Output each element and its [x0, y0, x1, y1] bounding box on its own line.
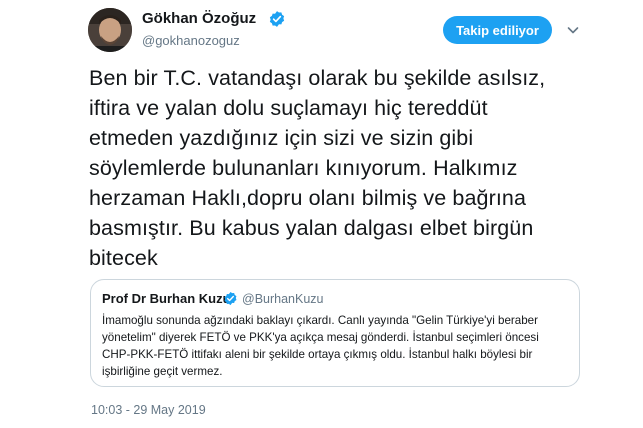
tweet-card: Gökhan Özoğuz @gokhanozoguz Takip ediliy… [0, 0, 643, 428]
verified-badge-icon [269, 11, 285, 27]
quoted-author-name: Prof Dr Burhan Kuzu [102, 291, 231, 306]
tweet-timestamp[interactable]: 10:03 - 29 May 2019 [91, 403, 206, 417]
author-name[interactable]: Gökhan Özoğuz [142, 10, 256, 27]
tweet-text: Ben bir T.C. vatandaşı olarak bu şekilde… [89, 66, 546, 270]
following-button[interactable]: Takip ediliyor [443, 16, 552, 44]
author-avatar[interactable] [88, 8, 132, 52]
quoted-tweet[interactable]: Prof Dr Burhan Kuzu @BurhanKuzu İmamoğlu… [90, 279, 580, 387]
chevron-down-icon[interactable] [566, 23, 580, 37]
quoted-author-handle: @BurhanKuzu [242, 292, 324, 306]
verified-badge-icon [224, 291, 237, 306]
author-handle[interactable]: @gokhanozoguz [142, 33, 240, 48]
quoted-tweet-text: İmamoğlu sonunda ağzındaki baklayı çıkar… [102, 314, 539, 378]
